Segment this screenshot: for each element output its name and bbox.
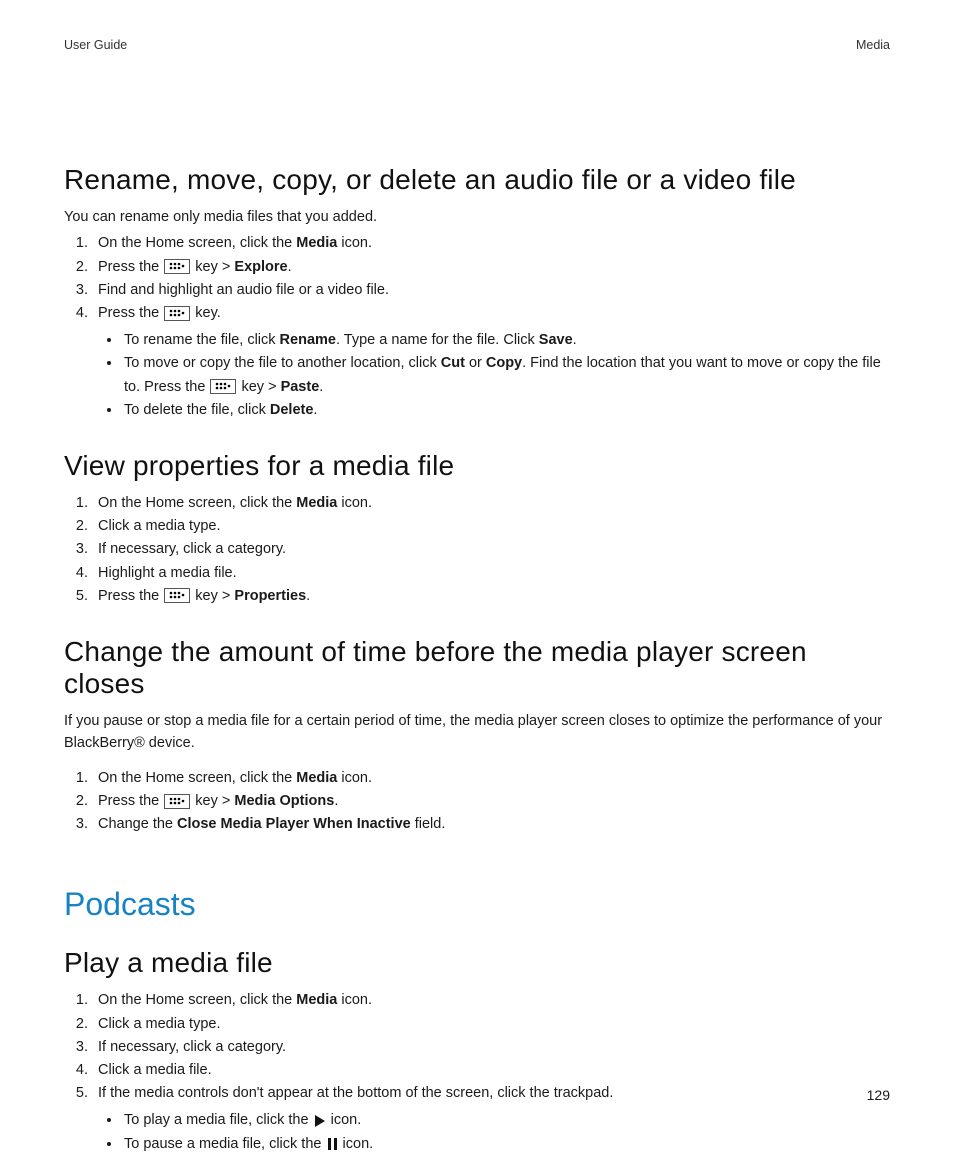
list-item: To move or copy the file to another loca… <box>122 352 890 398</box>
list-item: Click a media type. <box>92 515 890 538</box>
list-item: Press the key > Explore. <box>92 256 890 279</box>
intro-rename: You can rename only media files that you… <box>64 206 890 228</box>
heading-play: Play a media file <box>64 947 890 979</box>
menu-key-icon <box>210 379 236 394</box>
sub-list: To play a media file, click the icon. To… <box>98 1109 890 1155</box>
list-item: On the Home screen, click the Media icon… <box>92 989 890 1012</box>
steps-rename: On the Home screen, click the Media icon… <box>64 232 890 422</box>
menu-key-icon <box>164 794 190 809</box>
list-item: If necessary, click a category. <box>92 538 890 561</box>
heading-rename: Rename, move, copy, or delete an audio f… <box>64 164 890 196</box>
list-item: To play a media file, click the icon. <box>122 1109 890 1132</box>
list-item: On the Home screen, click the Media icon… <box>92 232 890 255</box>
heading-properties: View properties for a media file <box>64 450 890 482</box>
menu-key-icon <box>164 306 190 321</box>
heading-change-time: Change the amount of time before the med… <box>64 636 890 700</box>
list-item: Press the key > Properties. <box>92 585 890 608</box>
page: User Guide Media Rename, move, copy, or … <box>0 0 954 1145</box>
list-item: To rename the file, click Rename. Type a… <box>122 329 890 352</box>
page-header: User Guide Media <box>64 38 890 52</box>
list-item: On the Home screen, click the Media icon… <box>92 492 890 515</box>
intro-change-time: If you pause or stop a media file for a … <box>64 710 890 755</box>
sub-list: To rename the file, click Rename. Type a… <box>98 329 890 422</box>
play-icon <box>315 1115 325 1127</box>
list-item: Highlight a media file. <box>92 562 890 585</box>
list-item: Press the key. To rename the file, click… <box>92 302 890 422</box>
section-podcasts: Podcasts <box>64 886 890 923</box>
list-item: To pause a media file, click the icon. <box>122 1133 890 1156</box>
list-item: Press the key > Media Options. <box>92 790 890 813</box>
list-item: Find and highlight an audio file or a vi… <box>92 279 890 302</box>
list-item: Change the Close Media Player When Inact… <box>92 813 890 836</box>
list-item: Click a media type. <box>92 1013 890 1036</box>
list-item: Click a media file. <box>92 1059 890 1082</box>
steps-play: On the Home screen, click the Media icon… <box>64 989 890 1155</box>
steps-change-time: On the Home screen, click the Media icon… <box>64 767 890 837</box>
list-item: If necessary, click a category. <box>92 1036 890 1059</box>
list-item: To delete the file, click Delete. <box>122 399 890 422</box>
header-left: User Guide <box>64 38 127 52</box>
pause-icon <box>328 1138 337 1150</box>
steps-properties: On the Home screen, click the Media icon… <box>64 492 890 608</box>
list-item: On the Home screen, click the Media icon… <box>92 767 890 790</box>
menu-key-icon <box>164 259 190 274</box>
menu-key-icon <box>164 588 190 603</box>
page-number: 129 <box>867 1087 890 1103</box>
header-right: Media <box>856 38 890 52</box>
